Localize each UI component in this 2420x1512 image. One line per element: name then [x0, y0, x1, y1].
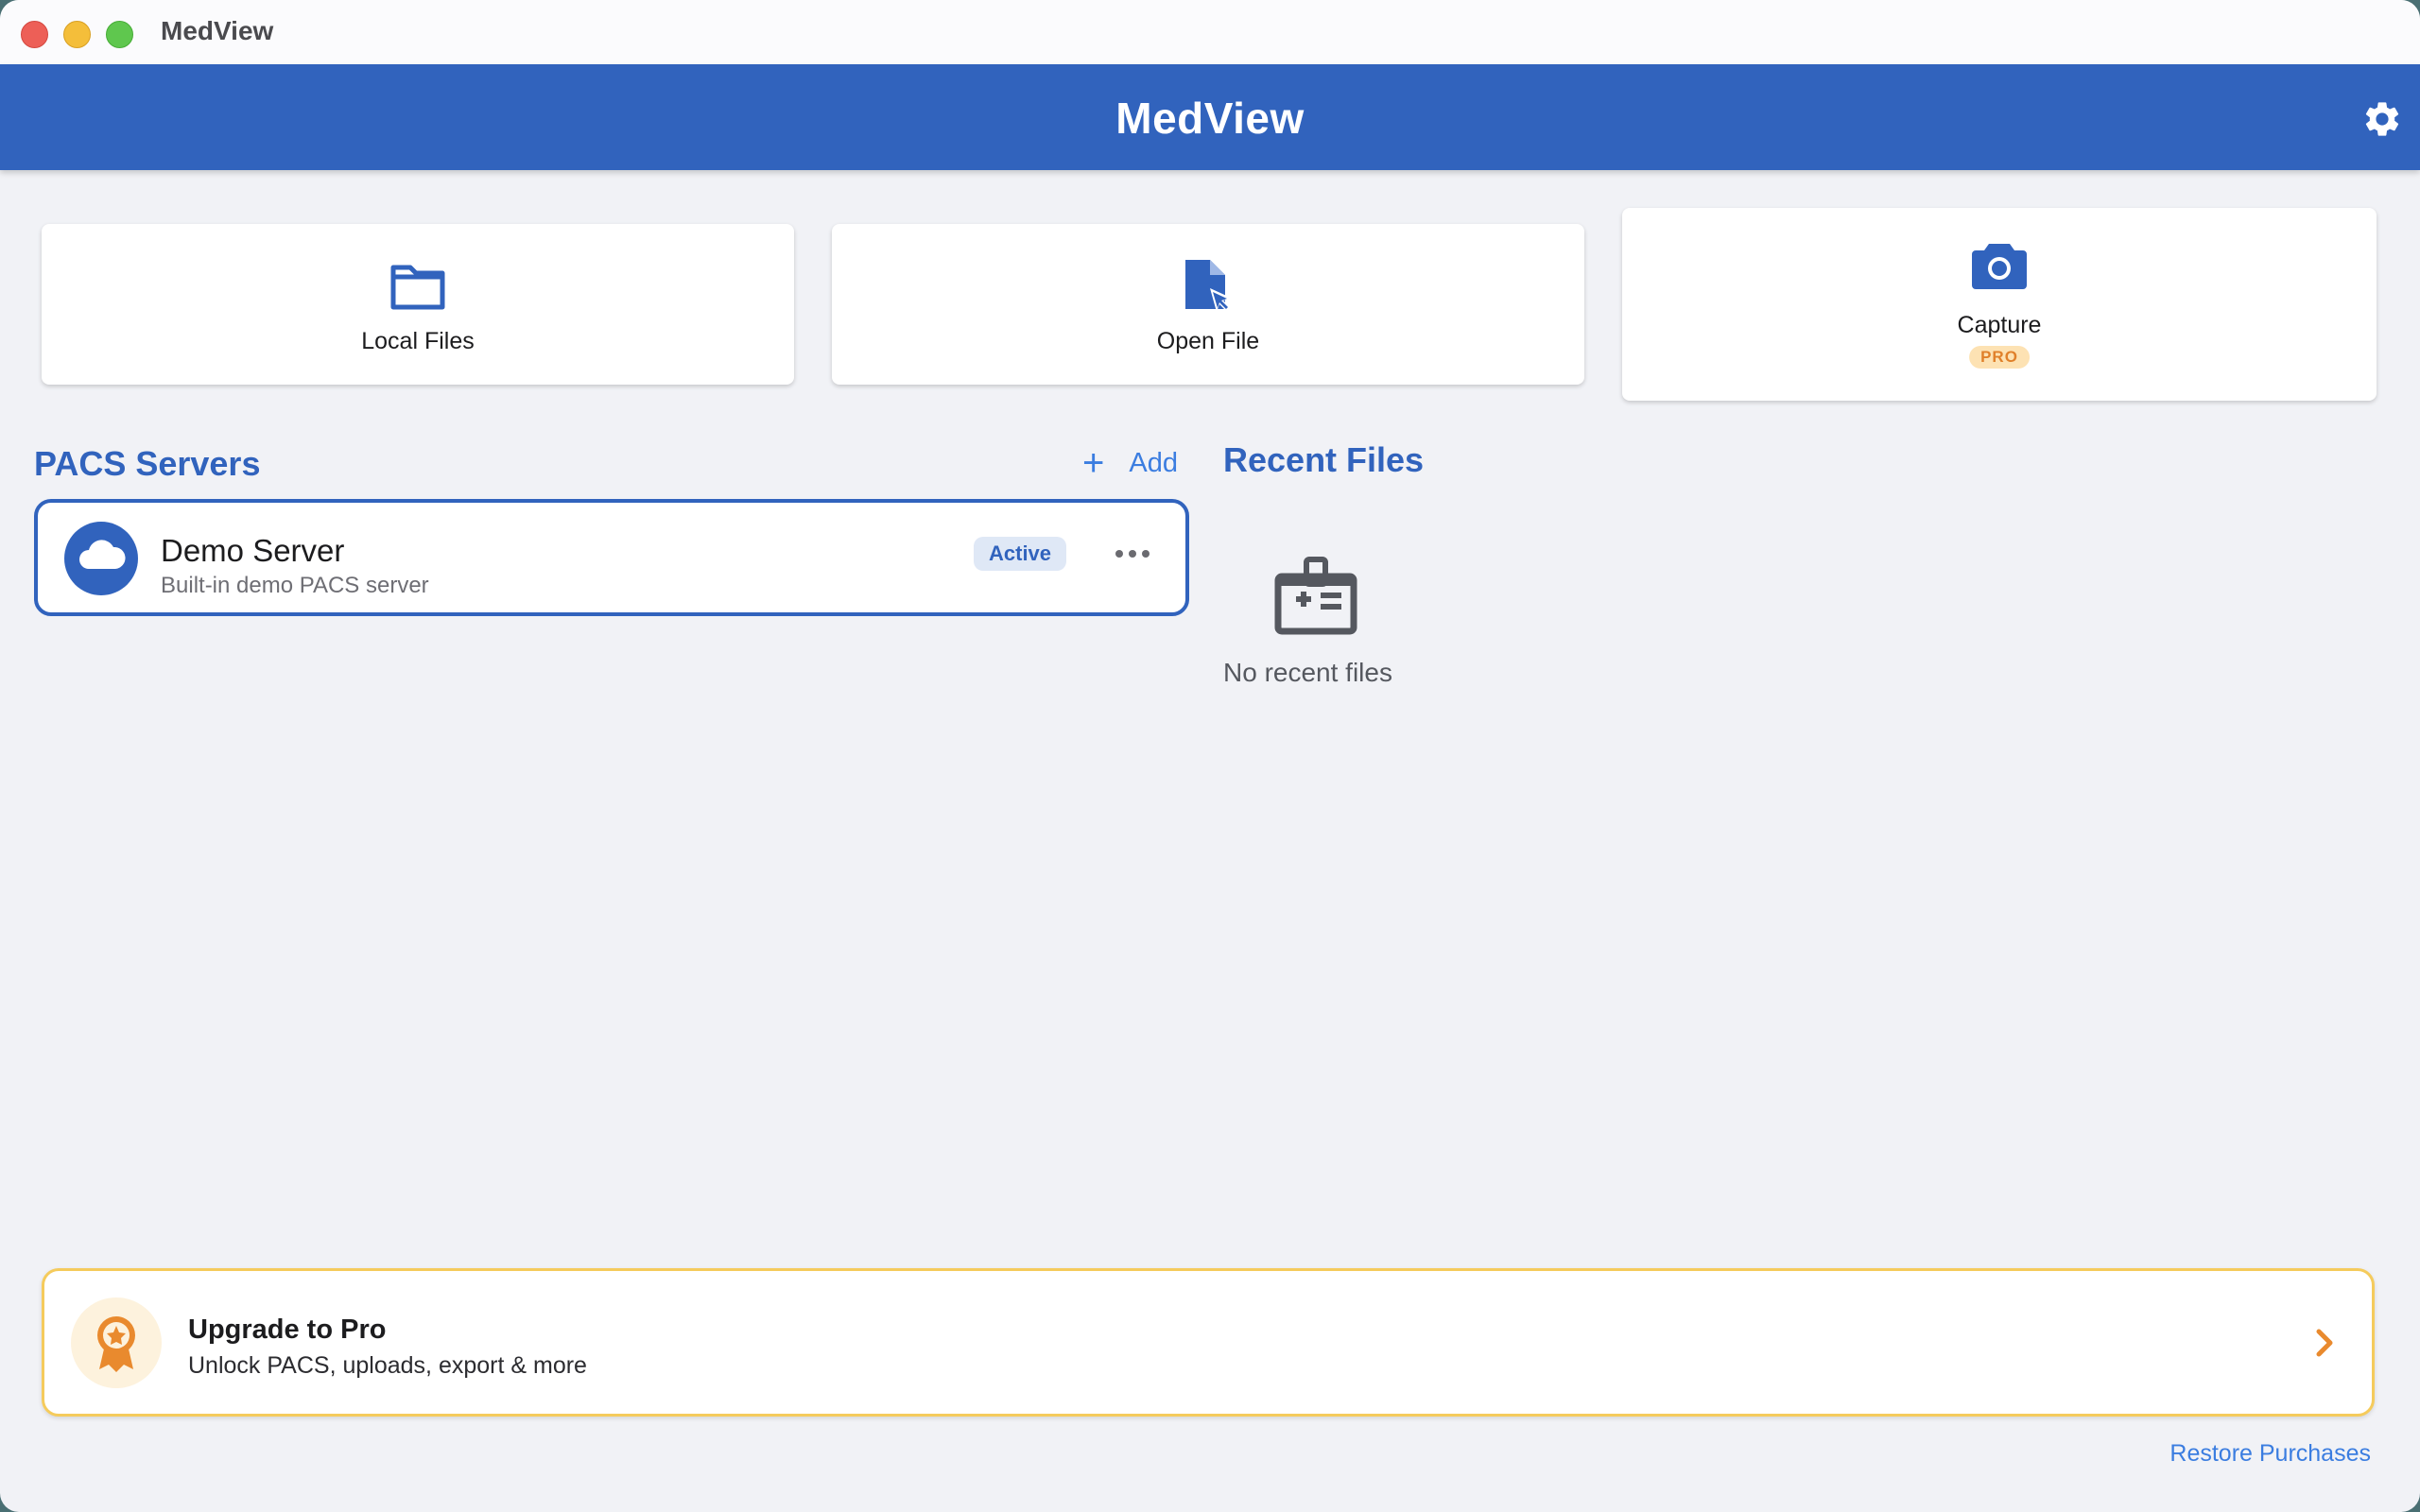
upgrade-title: Upgrade to Pro — [188, 1314, 387, 1345]
plus-icon: + — [1082, 442, 1105, 484]
window-title: MedView — [161, 16, 274, 45]
server-description: Built-in demo PACS server — [161, 573, 429, 598]
more-horizontal-icon — [1115, 550, 1150, 558]
recent-files-heading: Recent Files — [1223, 440, 1425, 479]
camera-icon — [1972, 244, 2027, 289]
server-avatar — [64, 522, 138, 595]
medical-clipboard-icon — [1274, 557, 1357, 635]
open-file-card[interactable]: Open File — [832, 224, 1584, 385]
app-window: MedView MedView Local Files Open File Ca… — [0, 0, 2420, 1512]
add-server-button[interactable]: + Add — [1082, 444, 1178, 482]
server-more-button[interactable] — [1114, 544, 1151, 563]
title-bar: MedView — [0, 0, 2420, 65]
app-title: MedView — [1115, 94, 1305, 143]
folder-icon — [390, 265, 445, 310]
settings-button[interactable] — [2361, 98, 2403, 140]
server-name: Demo Server — [161, 533, 345, 568]
app-header: MedView — [0, 64, 2420, 170]
upgrade-subtitle: Unlock PACS, uploads, export & more — [188, 1352, 587, 1379]
add-server-label: Add — [1129, 447, 1178, 478]
status-badge: Active — [974, 537, 1067, 571]
pro-badge: PRO — [1969, 346, 2030, 369]
upgrade-icon-circle — [71, 1297, 162, 1388]
zoom-window-button[interactable] — [106, 21, 133, 48]
gear-icon — [2365, 102, 2399, 136]
capture-card[interactable]: Capture PRO — [1622, 208, 2377, 401]
close-window-button[interactable] — [21, 21, 48, 48]
minimize-window-button[interactable] — [63, 21, 91, 48]
upgrade-banner[interactable]: Upgrade to Pro Unlock PACS, uploads, exp… — [42, 1268, 2375, 1417]
award-ribbon-icon — [97, 1316, 135, 1372]
local-files-label: Local Files — [361, 328, 475, 354]
local-files-card[interactable]: Local Files — [42, 224, 794, 385]
server-list-item[interactable]: Demo Server Built-in demo PACS server Ac… — [34, 499, 1189, 616]
chevron-right-icon — [2316, 1329, 2333, 1357]
restore-purchases-link[interactable]: Restore Purchases — [2169, 1440, 2371, 1468]
pacs-servers-heading: PACS Servers — [34, 444, 261, 483]
empty-state-text: No recent files — [1223, 658, 1392, 687]
open-file-label: Open File — [1156, 328, 1260, 354]
open-file-icon — [1185, 260, 1231, 312]
capture-label: Capture — [1957, 312, 2042, 338]
cloud-icon — [79, 540, 126, 569]
